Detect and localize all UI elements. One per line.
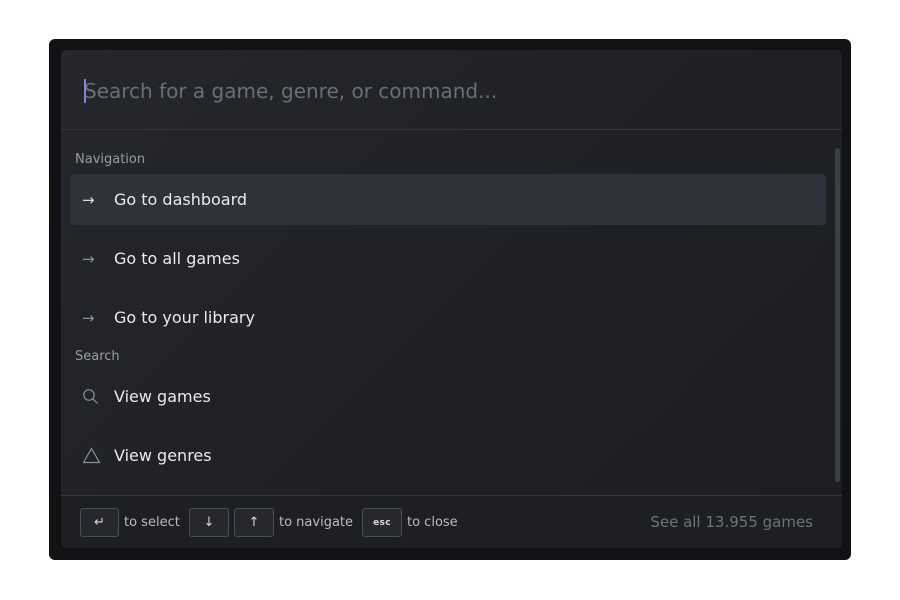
group-heading-navigation: Navigation	[75, 152, 146, 167]
esc-key-icon: esc	[362, 508, 402, 537]
group-heading-search: Search	[75, 349, 120, 364]
item-go-to-dashboard[interactable]: → Go to dashboard	[70, 174, 826, 225]
navigate-hint: to navigate	[279, 515, 354, 530]
footer: ↵ to select ↓ ↑ to navigate esc to close…	[61, 495, 842, 548]
arrow-down-key-icon: ↓	[189, 508, 229, 537]
item-label: View games	[114, 387, 211, 406]
enter-key-icon: ↵	[80, 508, 119, 537]
item-go-to-all-games[interactable]: → Go to all games	[70, 233, 826, 284]
search-bar	[61, 50, 842, 130]
results-list: Navigation → Go to dashboard → Go to all…	[61, 130, 842, 495]
item-label: Go to dashboard	[114, 190, 248, 209]
search-input[interactable]	[84, 72, 804, 110]
arrow-up-key-icon: ↑	[234, 508, 274, 537]
see-all-games-link[interactable]: See all 13.955 games	[650, 513, 813, 531]
item-label: Go to all games	[114, 249, 240, 268]
item-go-to-your-library[interactable]: → Go to your library	[70, 292, 826, 343]
close-hint: to close	[407, 515, 458, 530]
arrow-right-icon: →	[82, 190, 95, 209]
text-caret	[84, 79, 86, 103]
command-palette: Navigation → Go to dashboard → Go to all…	[61, 50, 842, 548]
arrow-right-icon: →	[82, 249, 95, 268]
item-view-games[interactable]: View games	[70, 371, 826, 422]
search-icon	[70, 388, 106, 405]
scrollbar[interactable]	[835, 148, 840, 482]
item-label: Go to your library	[114, 308, 255, 327]
select-hint: to select	[124, 515, 180, 530]
triangle-icon	[70, 447, 106, 464]
item-view-genres[interactable]: View genres	[70, 430, 826, 481]
arrow-right-icon: →	[82, 308, 95, 327]
item-label: View genres	[114, 446, 212, 465]
